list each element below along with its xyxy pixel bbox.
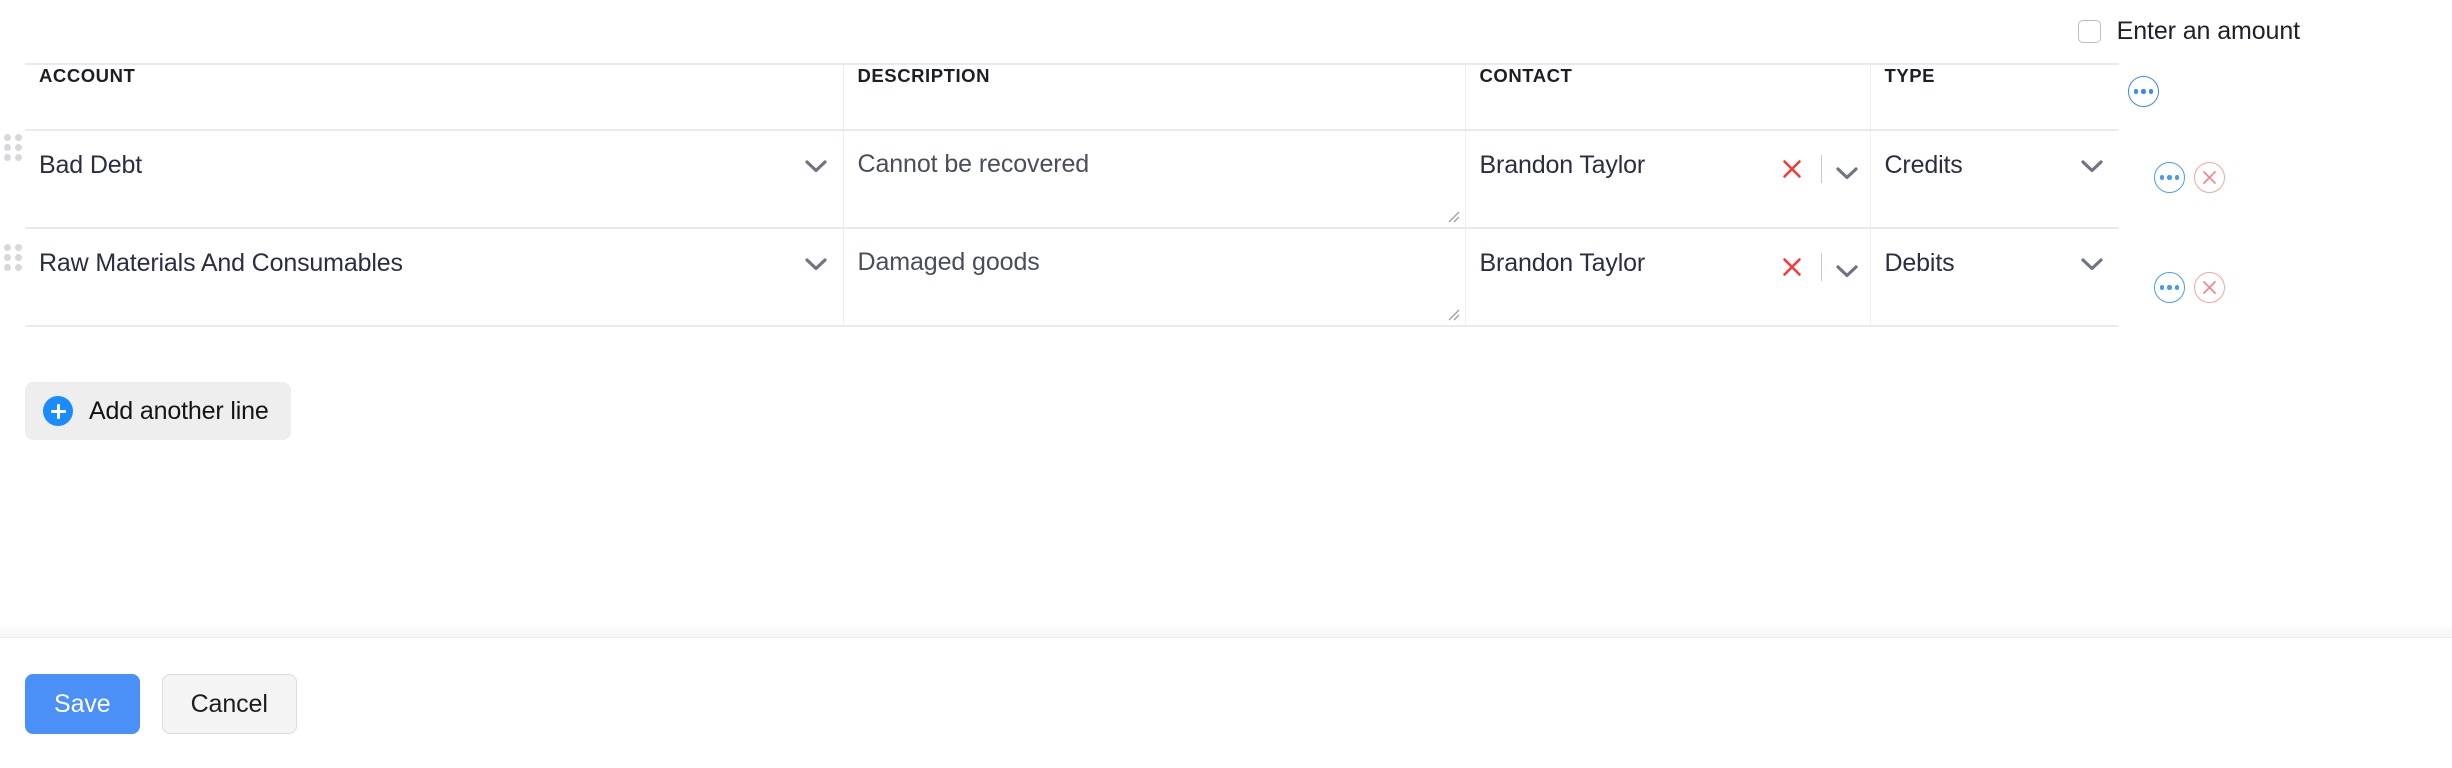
divider: [1820, 253, 1822, 281]
cell-description: Damaged goods: [842, 228, 1466, 327]
top-options-bar: Enter an amount: [0, 0, 2452, 63]
footer-shadow: [0, 624, 2452, 637]
cell-account: Raw Materials And Consumables: [25, 228, 844, 327]
enter-an-amount-label: Enter an amount: [2116, 17, 2300, 45]
cell-description: Cannot be recovered: [842, 130, 1466, 229]
cell-contact: Brandon Taylor: [1464, 228, 1871, 327]
add-another-line-button[interactable]: Add another line: [25, 382, 291, 440]
table-header-actions: [2128, 76, 2159, 107]
column-header-type: TYPE: [1869, 63, 2119, 131]
close-icon[interactable]: [1777, 252, 1807, 282]
account-value: Raw Materials And Consumables: [39, 249, 403, 277]
description-textarea-row-1[interactable]: Cannot be recovered: [844, 131, 1465, 227]
chevron-down-icon: [2081, 160, 2103, 173]
cell-contact: Brandon Taylor: [1464, 130, 1871, 229]
cell-type: Credits: [1869, 130, 2120, 229]
table-header: ACCOUNT DESCRIPTION CONTACT TYPE: [25, 63, 2119, 131]
description-value: Cannot be recovered: [857, 150, 1090, 178]
table-header-row: ACCOUNT DESCRIPTION CONTACT TYPE: [25, 63, 2119, 131]
type-value: Debits: [1884, 249, 1955, 277]
row-actions-row-2: [2154, 272, 2225, 303]
table-body: Bad Debt Cannot be recovered Brandon Tay…: [25, 130, 2120, 327]
contact-value: Brandon Taylor: [1479, 151, 1646, 179]
contact-tools: [1777, 154, 1858, 184]
account-value: Bad Debt: [39, 151, 143, 179]
description-value: Damaged goods: [857, 248, 1040, 276]
cell-account: Bad Debt: [25, 130, 844, 229]
journal-lines-table-wrapper: ACCOUNT DESCRIPTION CONTACT TYPE Bad Deb…: [25, 63, 2119, 327]
contact-select-row-2[interactable]: Brandon Taylor: [1466, 229, 1870, 325]
table-row: Raw Materials And Consumables Damaged go…: [25, 228, 2120, 327]
ellipsis-icon[interactable]: [2154, 162, 2185, 193]
contact-value: Brandon Taylor: [1479, 249, 1646, 277]
contact-tools: [1777, 252, 1858, 282]
footer-actions: Save Cancel: [25, 674, 297, 734]
chevron-down-icon: [804, 258, 827, 271]
enter-an-amount-checkbox[interactable]: [2077, 20, 2101, 43]
column-header-description: DESCRIPTION: [842, 63, 1466, 131]
table-row: Bad Debt Cannot be recovered Brandon Tay…: [25, 130, 2120, 229]
chevron-down-icon[interactable]: [1835, 166, 1858, 180]
journal-lines-table: ACCOUNT DESCRIPTION CONTACT TYPE Bad Deb…: [25, 63, 2119, 327]
divider: [1820, 155, 1822, 183]
row-actions-row-1: [2154, 162, 2225, 193]
chevron-down-icon: [2081, 258, 2103, 271]
drag-handle-icon[interactable]: [4, 244, 22, 272]
account-select-row-1[interactable]: Bad Debt: [25, 131, 843, 227]
add-another-line-label: Add another line: [89, 396, 269, 425]
description-textarea-row-2[interactable]: Damaged goods: [844, 229, 1465, 325]
save-button[interactable]: Save: [25, 674, 140, 734]
type-value: Credits: [1884, 151, 1963, 179]
enter-an-amount-toggle[interactable]: Enter an amount: [2077, 17, 2300, 45]
chevron-down-icon: [804, 160, 827, 173]
chevron-down-icon[interactable]: [1835, 264, 1858, 278]
type-select-row-2[interactable]: Debits: [1871, 229, 2120, 325]
resize-grip-icon[interactable]: [1444, 207, 1460, 223]
account-select-row-2[interactable]: Raw Materials And Consumables: [25, 229, 843, 325]
drag-handle-icon[interactable]: [4, 134, 22, 162]
footer-divider: [0, 637, 2452, 638]
ellipsis-icon[interactable]: [2128, 76, 2159, 107]
plus-circle-icon: [43, 396, 73, 426]
ellipsis-icon[interactable]: [2154, 272, 2185, 303]
close-circle-icon[interactable]: [2194, 162, 2225, 193]
close-icon[interactable]: [1777, 154, 1807, 184]
cell-type: Debits: [1869, 228, 2120, 327]
journal-lines-editor: Enter an amount ACCOUNT DESCRIPTION CONT…: [0, 0, 2452, 768]
type-select-row-1[interactable]: Credits: [1871, 131, 2120, 227]
resize-grip-icon[interactable]: [1444, 305, 1460, 321]
column-header-account: ACCOUNT: [25, 63, 844, 131]
cancel-button[interactable]: Cancel: [161, 674, 297, 734]
close-circle-icon[interactable]: [2194, 272, 2225, 303]
column-header-contact: CONTACT: [1464, 63, 1871, 131]
contact-select-row-1[interactable]: Brandon Taylor: [1466, 131, 1870, 227]
